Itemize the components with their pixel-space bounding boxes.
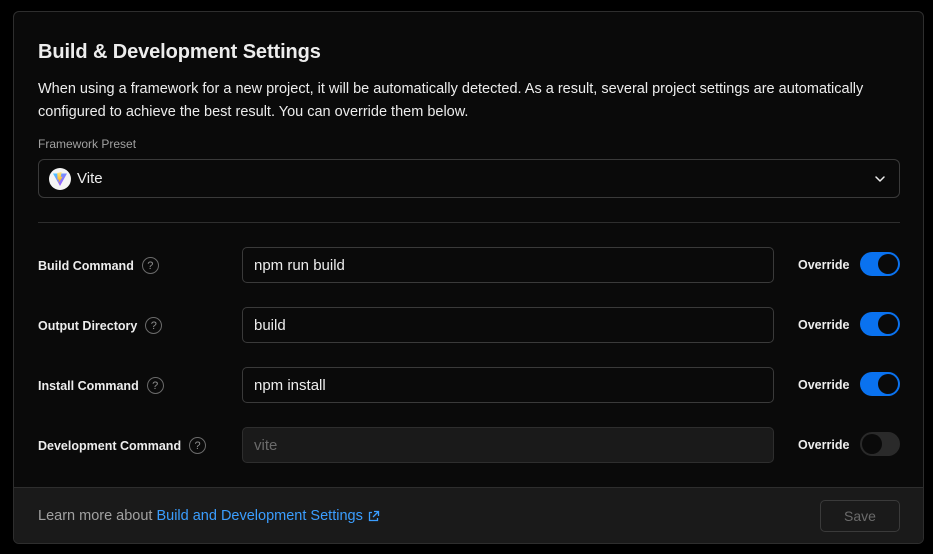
learn-more-link[interactable]: Build and Development Settings <box>156 508 379 524</box>
learn-more-prefix: Learn more about <box>38 508 153 524</box>
framework-preset-label: Framework Preset <box>38 137 137 151</box>
install-command-label-group: Install Command ? <box>38 377 164 394</box>
build-settings-card: Build & Development Settings When using … <box>13 11 924 544</box>
section-description: When using a framework for a new project… <box>38 81 864 120</box>
setting-row-install-command: Install Command ? Override <box>38 367 900 403</box>
override-label: Override <box>798 258 850 272</box>
install-command-label: Install Command <box>38 378 139 393</box>
framework-preset-value: Vite <box>77 170 103 187</box>
help-icon[interactable]: ? <box>146 377 164 394</box>
toggle-knob <box>878 314 898 334</box>
output-directory-override-toggle[interactable] <box>860 312 900 336</box>
development-command-input[interactable] <box>242 427 774 463</box>
build-command-override-toggle[interactable] <box>860 252 900 276</box>
setting-row-output-directory: Output Directory ? Override <box>38 307 900 343</box>
install-command-override-toggle[interactable] <box>860 372 900 396</box>
override-label: Override <box>798 318 850 332</box>
save-button[interactable]: Save <box>820 500 900 532</box>
toggle-knob <box>878 254 898 274</box>
help-icon[interactable]: ? <box>189 437 207 454</box>
build-command-label-group: Build Command ? <box>38 257 159 274</box>
toggle-knob <box>878 374 898 394</box>
help-icon[interactable]: ? <box>145 317 163 334</box>
build-command-label: Build Command <box>38 258 134 273</box>
learn-more-link-label: Build and Development Settings <box>156 508 363 524</box>
output-directory-label-group: Output Directory ? <box>38 317 163 334</box>
external-link-icon <box>367 510 380 523</box>
output-directory-label: Output Directory <box>38 318 138 333</box>
setting-row-development-command: Development Command ? Override <box>38 427 900 463</box>
override-label: Override <box>798 378 850 392</box>
card-footer: Learn more about Build and Development S… <box>14 487 923 543</box>
build-command-input[interactable] <box>242 247 774 283</box>
toggle-knob <box>862 434 882 454</box>
output-directory-input[interactable] <box>242 307 774 343</box>
development-command-override-toggle[interactable] <box>860 432 900 456</box>
help-icon[interactable]: ? <box>141 257 159 274</box>
development-command-label-group: Development Command ? <box>38 437 207 454</box>
override-label: Override <box>798 438 850 452</box>
framework-preset-select[interactable]: Vite <box>38 159 900 198</box>
vite-logo-icon <box>49 167 71 190</box>
learn-more-text: Learn more about Build and Development S… <box>38 508 380 524</box>
chevron-down-icon <box>873 172 887 191</box>
setting-row-build-command: Build Command ? Override <box>38 247 900 283</box>
development-command-label: Development Command <box>38 438 182 453</box>
install-command-input[interactable] <box>242 367 774 403</box>
section-title: Build & Development Settings <box>38 41 321 63</box>
section-divider <box>38 222 900 223</box>
